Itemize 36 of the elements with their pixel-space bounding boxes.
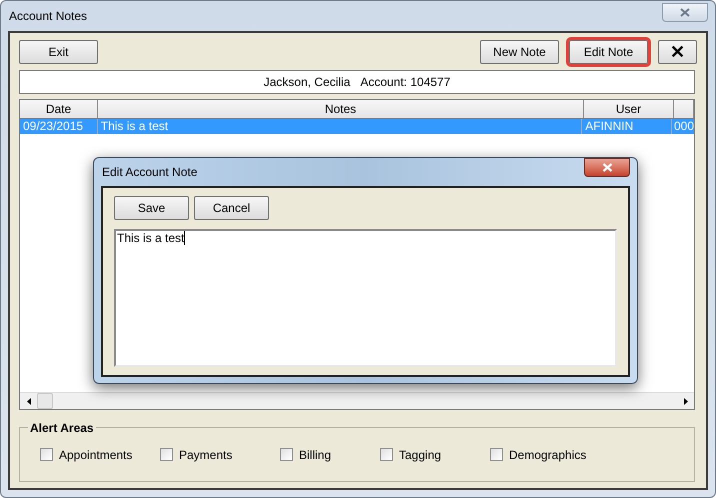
scrollbar-thumb[interactable]: [37, 393, 53, 409]
column-header[interactable]: User: [584, 100, 674, 118]
scroll-right-icon[interactable]: [684, 398, 688, 404]
checkbox[interactable]: [490, 448, 503, 461]
checkbox[interactable]: [380, 448, 393, 461]
checkbox-label: Tagging: [399, 446, 442, 464]
column-header[interactable]: Date: [20, 100, 98, 118]
checkbox-label: Payments: [179, 446, 232, 464]
toolbar-button[interactable]: Exit: [19, 40, 98, 64]
horizontal-scrollbar[interactable]: [20, 392, 694, 409]
table-cell: This is a test: [98, 119, 582, 134]
close-button[interactable]: [584, 158, 630, 176]
toolbar-button[interactable]: New Note: [480, 40, 559, 64]
checkbox-label: Billing: [299, 446, 332, 464]
checkbox[interactable]: [160, 448, 173, 461]
close-icon: [602, 162, 612, 172]
scroll-left-icon[interactable]: [26, 398, 30, 404]
checkbox-label: Demographics: [509, 446, 586, 464]
window-title: Account Notes: [9, 8, 88, 25]
note-text-area[interactable]: This is a test: [114, 229, 617, 367]
note-text: This is a test: [117, 231, 186, 245]
account-name: Jackson, Cecilia: [264, 74, 350, 91]
dialog-title: Edit Account Note: [101, 164, 198, 181]
column-header[interactable]: Notes: [98, 100, 584, 118]
toolbar-button[interactable]: Edit Note: [569, 40, 648, 64]
dialog-button[interactable]: Save: [114, 196, 189, 220]
table-cell: AFINNIN: [582, 119, 672, 134]
table-cell-text: 000: [672, 119, 694, 134]
checkbox[interactable]: [280, 448, 293, 461]
checkbox-label: Appointments: [59, 446, 132, 464]
account-number: Account: 104577: [360, 74, 450, 91]
table-cell: 09/23/2015: [20, 119, 98, 134]
close-button[interactable]: ✕: [658, 40, 697, 64]
close-icon: [680, 8, 690, 16]
dialog-button[interactable]: Cancel: [194, 196, 269, 220]
checkbox[interactable]: [40, 448, 53, 461]
